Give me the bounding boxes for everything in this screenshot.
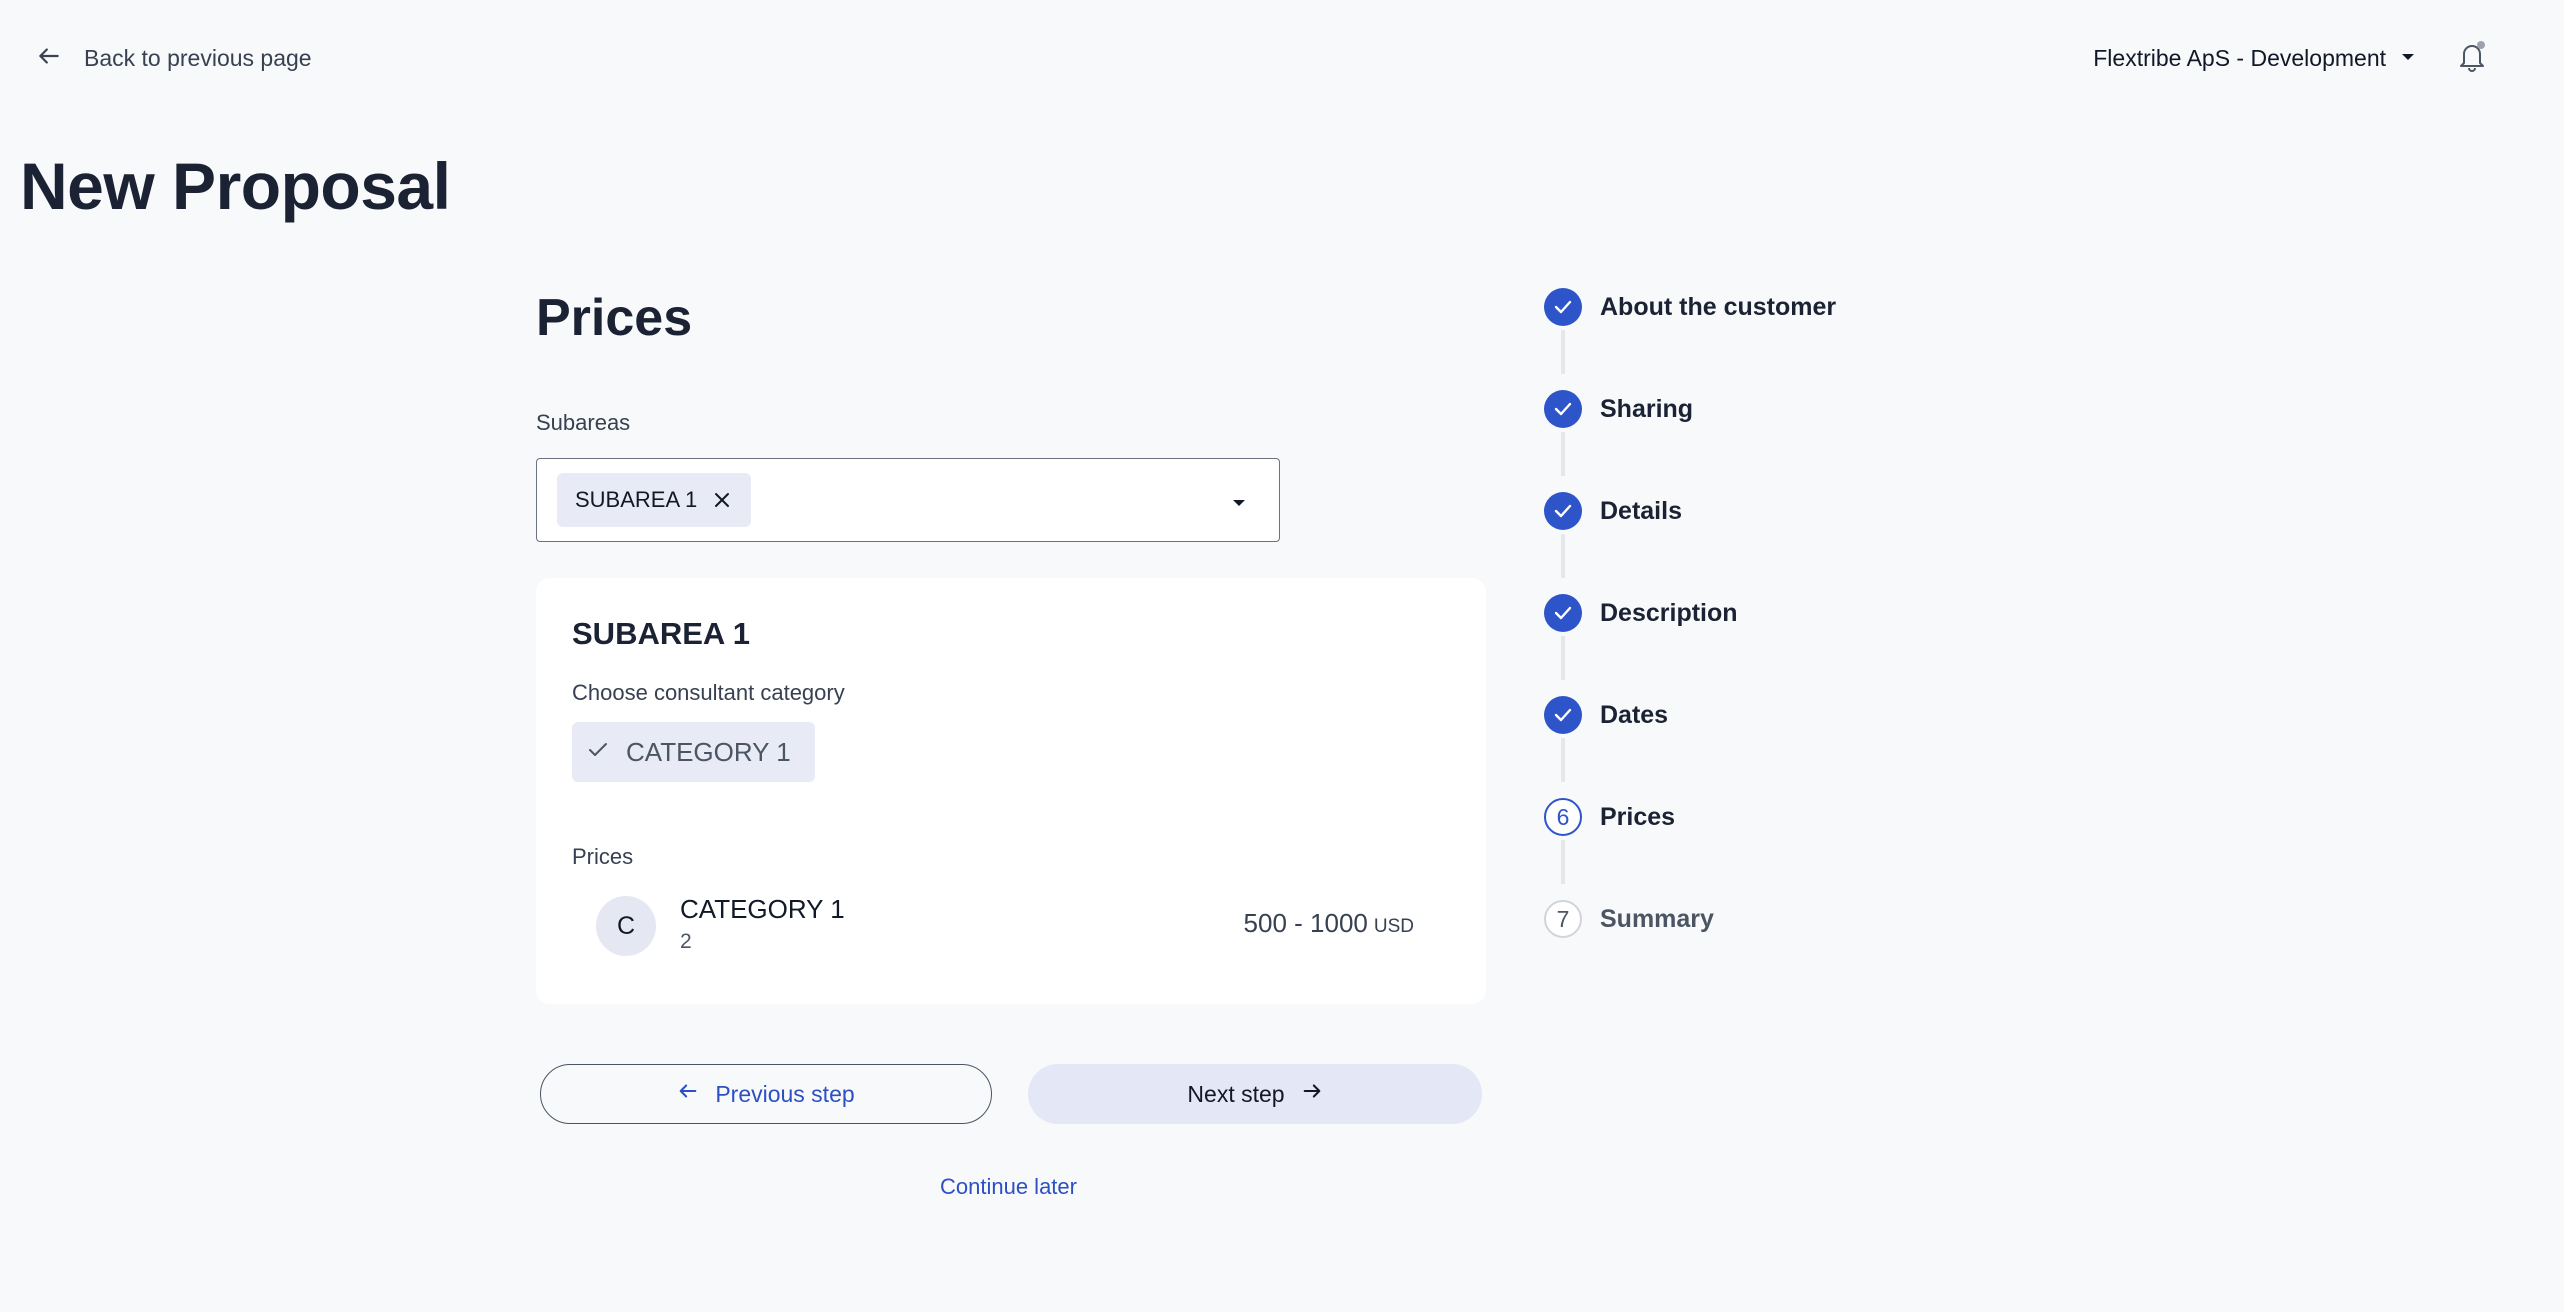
- caret-down-icon[interactable]: [1231, 495, 1247, 513]
- step-description[interactable]: Description: [1544, 594, 1738, 632]
- price-row-count: 2: [680, 930, 692, 953]
- organization-name: Flextribe ApS - Development: [2093, 44, 2386, 71]
- subarea-chip-label: SUBAREA 1: [575, 487, 698, 512]
- step-label: Description: [1600, 598, 1738, 627]
- step-label: Summary: [1600, 904, 1714, 933]
- organization-switcher[interactable]: Flextribe ApS - Development: [2093, 38, 2416, 78]
- price-range: 500 - 1000 USD: [1244, 908, 1414, 939]
- section-title: Prices: [536, 289, 693, 347]
- step-label: Details: [1600, 496, 1682, 525]
- step-prices[interactable]: 6 Prices: [1544, 798, 1675, 836]
- continue-later-link[interactable]: Continue later: [940, 1174, 1077, 1200]
- previous-step-button[interactable]: Previous step: [540, 1064, 992, 1124]
- arrow-right-icon: [1301, 1080, 1323, 1108]
- bell-icon: [2457, 40, 2487, 77]
- check-icon: [1544, 492, 1582, 530]
- page-title: New Proposal: [20, 149, 451, 223]
- arrow-left-icon: [677, 1080, 699, 1108]
- check-icon: [588, 742, 608, 763]
- notifications-button[interactable]: [2452, 38, 2492, 78]
- step-number-badge: 7: [1544, 900, 1582, 938]
- step-connector: [1561, 432, 1565, 476]
- category-chip[interactable]: CATEGORY 1: [572, 722, 815, 782]
- price-currency: USD: [1373, 916, 1414, 937]
- check-icon: [1544, 288, 1582, 326]
- step-dates[interactable]: Dates: [1544, 696, 1668, 734]
- price-row-name: CATEGORY 1: [680, 894, 845, 924]
- next-step-label: Next step: [1187, 1080, 1285, 1107]
- step-label: Prices: [1600, 802, 1676, 831]
- close-icon[interactable]: [713, 491, 731, 509]
- step-label: Sharing: [1600, 394, 1694, 423]
- check-icon: [1544, 696, 1582, 734]
- step-connector: [1561, 330, 1565, 374]
- step-sharing[interactable]: Sharing: [1544, 390, 1693, 428]
- step-connector: [1561, 840, 1565, 884]
- avatar: C: [596, 896, 656, 956]
- price-range-value: 500 - 1000: [1243, 908, 1368, 938]
- subareas-label: Subareas: [536, 410, 631, 435]
- step-connector: [1561, 738, 1565, 782]
- caret-down-icon: [2400, 49, 2416, 67]
- step-about-the-customer[interactable]: About the customer: [1544, 288, 1836, 326]
- step-connector: [1561, 534, 1565, 578]
- category-prompt: Choose consultant category: [572, 680, 845, 705]
- subareas-select[interactable]: SUBAREA 1: [536, 458, 1280, 542]
- next-step-button[interactable]: Next step: [1028, 1064, 1482, 1124]
- step-label: About the customer: [1600, 292, 1837, 321]
- previous-step-label: Previous step: [715, 1080, 855, 1107]
- step-summary[interactable]: 7 Summary: [1544, 900, 1714, 938]
- back-link-label: Back to previous page: [84, 44, 312, 71]
- step-connector: [1561, 636, 1565, 680]
- back-to-previous-page-link[interactable]: Back to previous page: [36, 38, 312, 78]
- subarea-card-title: SUBAREA 1: [572, 616, 750, 651]
- step-label: Dates: [1600, 700, 1669, 729]
- check-icon: [1544, 390, 1582, 428]
- category-chip-label: CATEGORY 1: [626, 736, 791, 767]
- prices-label: Prices: [572, 844, 634, 869]
- subarea-card: SUBAREA 1 Choose consultant category CAT…: [536, 578, 1486, 1004]
- step-number-badge: 6: [1544, 798, 1582, 836]
- step-details[interactable]: Details: [1544, 492, 1682, 530]
- arrow-left-icon: [36, 43, 62, 74]
- check-icon: [1544, 594, 1582, 632]
- subarea-chip: SUBAREA 1: [557, 473, 752, 527]
